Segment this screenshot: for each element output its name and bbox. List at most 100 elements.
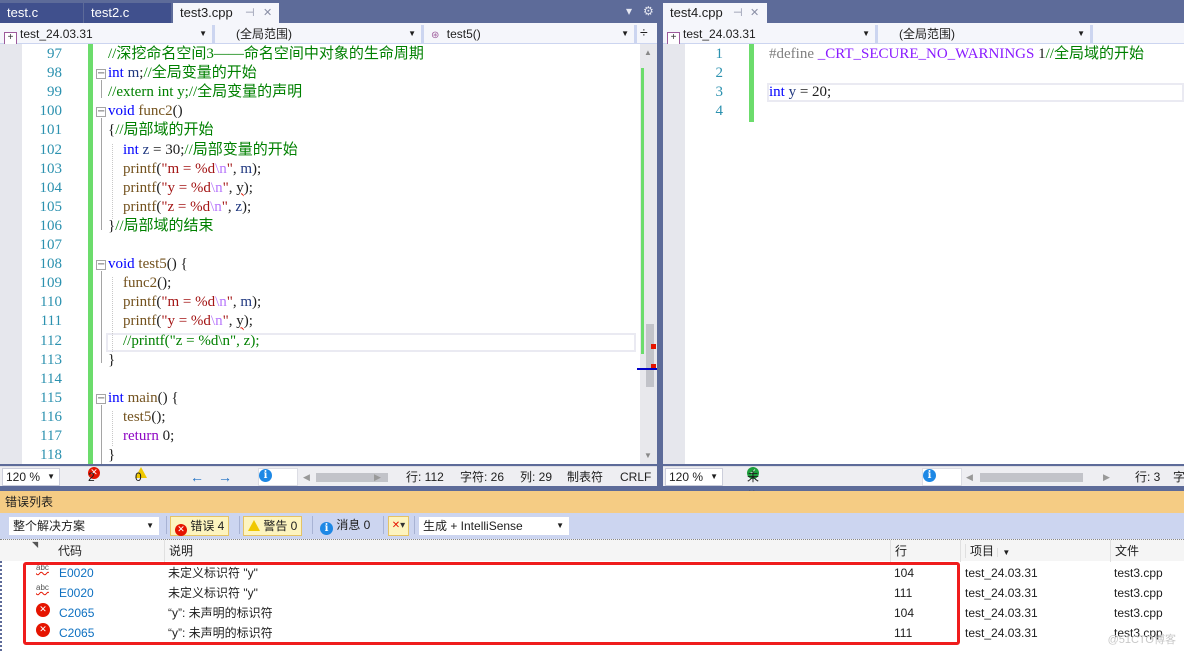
code-text[interactable]: #define _CRT_SECURE_NO_WARNINGS 1//全局域的开… xyxy=(769,45,1144,64)
column-header-code[interactable]: 代码 xyxy=(54,540,164,562)
close-icon[interactable]: ✕ xyxy=(750,3,759,23)
code-line[interactable]: 97 //深挖命名空间3——命名空间中对象的生命周期 xyxy=(0,45,640,64)
scroll-up-icon[interactable]: ▲ xyxy=(644,48,652,57)
code-text[interactable]: void test5() { xyxy=(108,255,188,274)
messages-toggle-button[interactable]: i 消息 0 xyxy=(316,516,374,536)
filter-icon[interactable]: ✕▾ xyxy=(388,516,409,536)
column-header-file[interactable]: 文件 xyxy=(1110,540,1184,562)
code-line[interactable]: 102 int z = 30;//局部变量的开始 xyxy=(0,141,640,160)
tab-test-c[interactable]: test.c xyxy=(0,3,83,23)
code-line[interactable]: 3 int y = 20; xyxy=(663,83,1184,102)
code-text[interactable]: {//局部域的开始 xyxy=(108,121,214,140)
column-indicator[interactable]: 列: 29 xyxy=(520,467,552,487)
code-text[interactable]: printf("m = %d\n", m); xyxy=(108,293,261,312)
code-text[interactable]: printf("m = %d\n", m); xyxy=(108,160,261,179)
code-line[interactable]: 113} xyxy=(0,351,640,370)
column-header-project[interactable]: 项目 ▼ xyxy=(960,540,1110,562)
code-text[interactable]: int main() { xyxy=(108,389,179,408)
split-window-icon[interactable]: ÷ xyxy=(640,24,648,40)
horizontal-scroll-thumb[interactable] xyxy=(980,473,1083,482)
codelens-button[interactable]: » i xyxy=(258,468,298,486)
tab-test4-cpp[interactable]: test4.cpp ⊣ ✕ xyxy=(663,3,767,23)
code-editor-test3[interactable]: 97 //深挖命名空间3——命名空间中对象的生命周期 98 int m;//全局变量的… xyxy=(0,44,640,464)
column-header-description[interactable]: 说明 xyxy=(164,540,890,562)
pin-icon[interactable]: ⊣ xyxy=(733,3,743,23)
collapse-icon[interactable]: − xyxy=(96,394,106,404)
warnings-toggle-button[interactable]: 警告 0 xyxy=(243,516,303,536)
code-line[interactable]: 101 {//局部域的开始 xyxy=(0,121,640,140)
code-line[interactable]: 1 #define _CRT_SECURE_NO_WARNINGS 1//全局域的… xyxy=(663,45,1184,64)
error-marker[interactable] xyxy=(651,344,656,349)
column-settings-icon[interactable]: ◥ xyxy=(28,540,54,562)
scope-dropdown[interactable]: (全局范围) ▼ xyxy=(218,25,424,43)
code-line[interactable]: 2 xyxy=(663,64,1184,83)
code-line[interactable]: 110 printf("m = %d\n", m); xyxy=(0,293,640,312)
code-text[interactable]: //printf("z = %d\n", z); xyxy=(108,332,260,351)
line-indicator[interactable]: 行: 3 xyxy=(1135,467,1160,487)
code-line[interactable]: 111 printf("y = %d\n", y); xyxy=(0,312,640,331)
vertical-scrollbar[interactable]: ▲ ▼ xyxy=(637,44,657,464)
code-text[interactable]: } xyxy=(108,446,115,464)
code-line[interactable]: 107 xyxy=(0,236,640,255)
code-text[interactable]: test5(); xyxy=(108,408,166,427)
zoom-dropdown[interactable]: 120 % ▼ xyxy=(665,468,723,486)
char-indicator[interactable]: 字 xyxy=(1173,467,1184,487)
line-ending-indicator[interactable]: CRLF xyxy=(620,467,651,487)
scope-filter-dropdown[interactable]: 整个解决方案 ▼ xyxy=(8,516,160,536)
scroll-left-icon[interactable]: ◀ xyxy=(303,467,310,487)
code-text[interactable]: func2(); xyxy=(108,274,171,293)
build-filter-dropdown[interactable]: 生成 + IntelliSense ▼ xyxy=(418,516,570,536)
code-line[interactable]: 116 test5(); xyxy=(0,408,640,427)
scroll-down-icon[interactable]: ▼ xyxy=(644,451,652,460)
forward-arrow-icon[interactable]: → xyxy=(218,467,232,487)
column-header-line[interactable]: 行 xyxy=(890,540,960,562)
code-editor-test4[interactable]: 1 #define _CRT_SECURE_NO_WARNINGS 1//全局域的… xyxy=(663,44,1184,464)
code-text[interactable]: void func2() xyxy=(108,102,183,121)
code-line[interactable]: 105 printf("z = %d\n", z); xyxy=(0,198,640,217)
code-text[interactable]: }//局部域的结束 xyxy=(108,217,214,236)
code-text[interactable]: return 0; xyxy=(108,427,174,446)
member-dropdown[interactable]: ⊛ test5() ▼ xyxy=(427,25,637,43)
char-indicator[interactable]: 字符: 26 xyxy=(460,467,504,487)
back-arrow-icon[interactable]: ← xyxy=(190,467,204,487)
code-text[interactable]: printf("z = %d\n", z); xyxy=(108,198,251,217)
code-line[interactable]: 117 return 0; xyxy=(0,427,640,446)
pin-icon[interactable]: ⊣ xyxy=(245,3,255,23)
collapse-icon[interactable]: − xyxy=(96,260,106,270)
code-text[interactable]: int z = 30;//局部变量的开始 xyxy=(108,141,298,160)
code-text[interactable]: int y = 20; xyxy=(769,83,831,102)
project-dropdown[interactable]: + test_24.03.31 ▼ xyxy=(663,25,878,45)
gear-icon[interactable]: ⚙ xyxy=(643,4,654,18)
scope-dropdown[interactable]: (全局范围) ▼ xyxy=(881,25,1093,43)
close-icon[interactable]: ✕ xyxy=(263,3,272,23)
scroll-right-icon[interactable]: ▶ xyxy=(1103,467,1110,487)
line-indicator[interactable]: 行: 112 xyxy=(406,467,444,487)
codelens-button[interactable]: » i xyxy=(922,468,962,486)
code-line[interactable]: 104 printf("y = %d\n", y); xyxy=(0,179,640,198)
code-line[interactable]: 106}//局部域的结束 xyxy=(0,217,640,236)
code-line[interactable]: 112 //printf("z = %d\n", z); xyxy=(0,332,640,351)
code-line[interactable]: 109 func2(); xyxy=(0,274,640,293)
collapse-icon[interactable]: − xyxy=(96,107,106,117)
project-dropdown[interactable]: + test_24.03.31 ▼ xyxy=(0,25,215,45)
error-list-title[interactable]: 错误列表 xyxy=(0,491,1184,513)
code-text[interactable]: } xyxy=(108,351,115,370)
indent-mode-indicator[interactable]: 制表符 xyxy=(567,467,603,487)
code-text[interactable]: printf("y = %d\n", y); xyxy=(108,179,253,198)
errors-toggle-button[interactable]: ✕ 错误 4 xyxy=(170,516,230,536)
tab-overflow-icon[interactable]: ▾ xyxy=(626,4,632,18)
zoom-dropdown[interactable]: 120 % ▼ xyxy=(2,468,60,486)
code-line[interactable]: 118} xyxy=(0,446,640,464)
scroll-thumb[interactable] xyxy=(646,324,654,387)
scroll-right-icon[interactable]: ▶ xyxy=(374,467,381,487)
code-line[interactable]: 114 xyxy=(0,370,640,389)
code-text[interactable]: int m;//全局变量的开始 xyxy=(108,64,257,83)
code-line[interactable]: 4 xyxy=(663,102,1184,121)
code-text[interactable]: printf("y = %d\n", y); xyxy=(108,312,253,331)
tab-test2-c[interactable]: test2.c xyxy=(84,3,171,23)
code-line[interactable]: 103 printf("m = %d\n", m); xyxy=(0,160,640,179)
scroll-left-icon[interactable]: ◀ xyxy=(966,467,973,487)
code-line[interactable]: 99 //extern int y;//全局变量的声明 xyxy=(0,83,640,102)
tab-test3-cpp[interactable]: test3.cpp ⊣ ✕ xyxy=(173,3,279,23)
code-text[interactable]: //extern int y;//全局变量的声明 xyxy=(108,83,302,102)
